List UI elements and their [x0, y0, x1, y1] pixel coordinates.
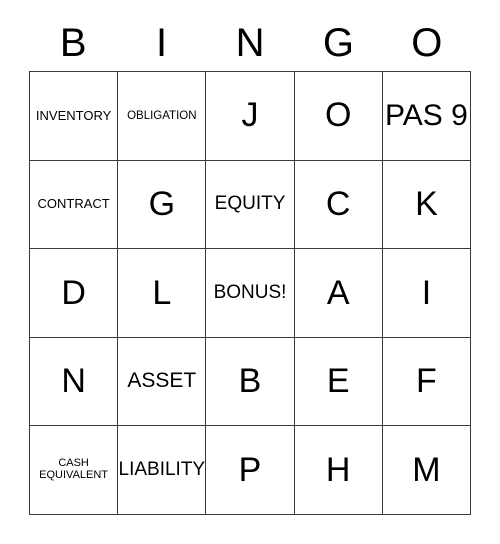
- bingo-card: B I N G O INVENTORY OBLIGATION J O PAS 9…: [29, 0, 472, 515]
- bingo-cell[interactable]: OBLIGATION: [118, 72, 207, 161]
- bingo-cell-label: PAS 9: [385, 98, 468, 132]
- bingo-cell-label: BONUS!: [213, 281, 287, 303]
- bingo-cell-label: INVENTORY: [35, 107, 112, 123]
- bingo-cell-label: M: [412, 450, 441, 489]
- bingo-cell-label: F: [416, 362, 437, 401]
- bingo-cell[interactable]: O: [294, 72, 383, 161]
- bingo-cell-label: B: [238, 362, 262, 401]
- bingo-row: CASH EQUIVALENT LIABILITY P H M: [30, 426, 472, 515]
- bingo-cell[interactable]: A: [294, 249, 383, 338]
- bingo-cell-label: L: [152, 273, 172, 312]
- bingo-cell[interactable]: B: [206, 337, 295, 427]
- bingo-cell-label: A: [326, 273, 350, 312]
- bingo-cell-label: OBLIGATION: [127, 109, 197, 122]
- bingo-cell-label: CASH EQUIVALENT: [39, 457, 109, 482]
- bingo-cell-label: H: [325, 450, 351, 489]
- bingo-cell-label: E: [326, 362, 350, 401]
- bingo-cell[interactable]: K: [382, 160, 472, 250]
- bingo-cell-label: C: [325, 185, 351, 224]
- bingo-cell-label: I: [421, 273, 432, 312]
- bingo-row: INVENTORY OBLIGATION J O PAS 9: [30, 72, 472, 161]
- bingo-header: B I N G O: [29, 0, 471, 71]
- header-letter-n: N: [235, 20, 265, 65]
- bingo-cell-label: N: [61, 362, 86, 401]
- bingo-cell[interactable]: ASSET: [118, 337, 207, 427]
- bingo-cell[interactable]: LIABILITY: [118, 426, 207, 515]
- bingo-cell[interactable]: M: [382, 426, 472, 515]
- bingo-cell[interactable]: INVENTORY: [30, 72, 119, 161]
- bingo-cell-label: P: [238, 450, 262, 489]
- bingo-row: N ASSET B E F: [30, 337, 472, 427]
- bingo-cell[interactable]: PAS 9: [382, 72, 472, 161]
- bingo-cell[interactable]: P: [206, 426, 295, 515]
- bingo-cell[interactable]: I: [382, 249, 472, 338]
- bingo-cell[interactable]: L: [118, 249, 207, 338]
- bingo-cell[interactable]: CASH EQUIVALENT: [30, 426, 119, 515]
- bingo-cell-label: ASSET: [127, 369, 197, 393]
- bingo-cell[interactable]: E: [294, 337, 383, 427]
- header-letter-g: G: [322, 20, 354, 65]
- bingo-cell[interactable]: N: [30, 337, 119, 427]
- bingo-grid: INVENTORY OBLIGATION J O PAS 9 CONTRACT …: [29, 71, 472, 515]
- bingo-row: D L BONUS! A I: [30, 249, 472, 338]
- bingo-cell-label: O: [324, 96, 352, 135]
- bingo-cell[interactable]: D: [30, 249, 119, 338]
- header-letter-b: B: [59, 20, 87, 65]
- bingo-cell-label: K: [415, 185, 438, 224]
- bingo-cell-label: LIABILITY: [118, 458, 206, 480]
- bingo-cell[interactable]: F: [382, 337, 472, 427]
- bingo-cell-label: J: [241, 96, 259, 135]
- bingo-cell[interactable]: G: [118, 160, 207, 250]
- bingo-cell[interactable]: J: [206, 72, 295, 161]
- bingo-cell[interactable]: CONTRACT: [30, 160, 119, 250]
- bingo-row: CONTRACT G EQUITY C K: [30, 160, 472, 250]
- bingo-cell[interactable]: H: [294, 426, 383, 515]
- bingo-cell-label: G: [148, 185, 176, 224]
- header-letter-i: I: [156, 20, 168, 65]
- bingo-cell-label: EQUITY: [214, 193, 286, 215]
- bingo-cell-label: D: [61, 273, 86, 312]
- header-letter-o: O: [411, 20, 443, 65]
- bingo-cell[interactable]: C: [294, 160, 383, 250]
- bingo-cell[interactable]: EQUITY: [206, 160, 295, 250]
- bingo-cell-free-space[interactable]: BONUS!: [206, 249, 295, 338]
- bingo-cell-label: CONTRACT: [37, 196, 110, 212]
